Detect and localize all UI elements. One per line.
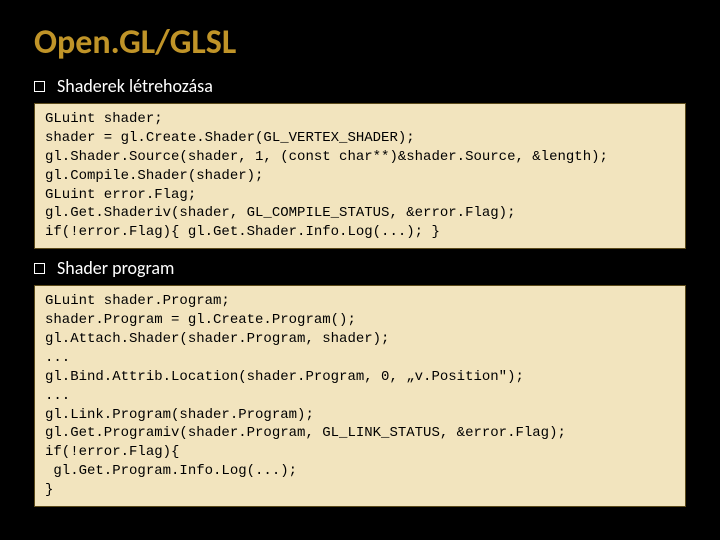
bullet-row: Shader program bbox=[34, 251, 686, 283]
bullet-icon bbox=[34, 81, 45, 92]
section-program: Shader program GLuint shader.Program; sh… bbox=[0, 251, 720, 509]
section-shaders: Shaderek létrehozása GLuint shader; shad… bbox=[0, 69, 720, 251]
bullet-icon bbox=[34, 263, 45, 274]
code-block-shaders: GLuint shader; shader = gl.Create.Shader… bbox=[34, 103, 686, 249]
code-block-program: GLuint shader.Program; shader.Program = … bbox=[34, 285, 686, 507]
slide-title: Open.GL/GLSL bbox=[0, 0, 720, 69]
slide: Open.GL/GLSL Shaderek létrehozása GLuint… bbox=[0, 0, 720, 540]
section-heading: Shader program bbox=[57, 257, 174, 279]
bullet-row: Shaderek létrehozása bbox=[34, 69, 686, 101]
section-heading: Shaderek létrehozása bbox=[57, 75, 213, 97]
